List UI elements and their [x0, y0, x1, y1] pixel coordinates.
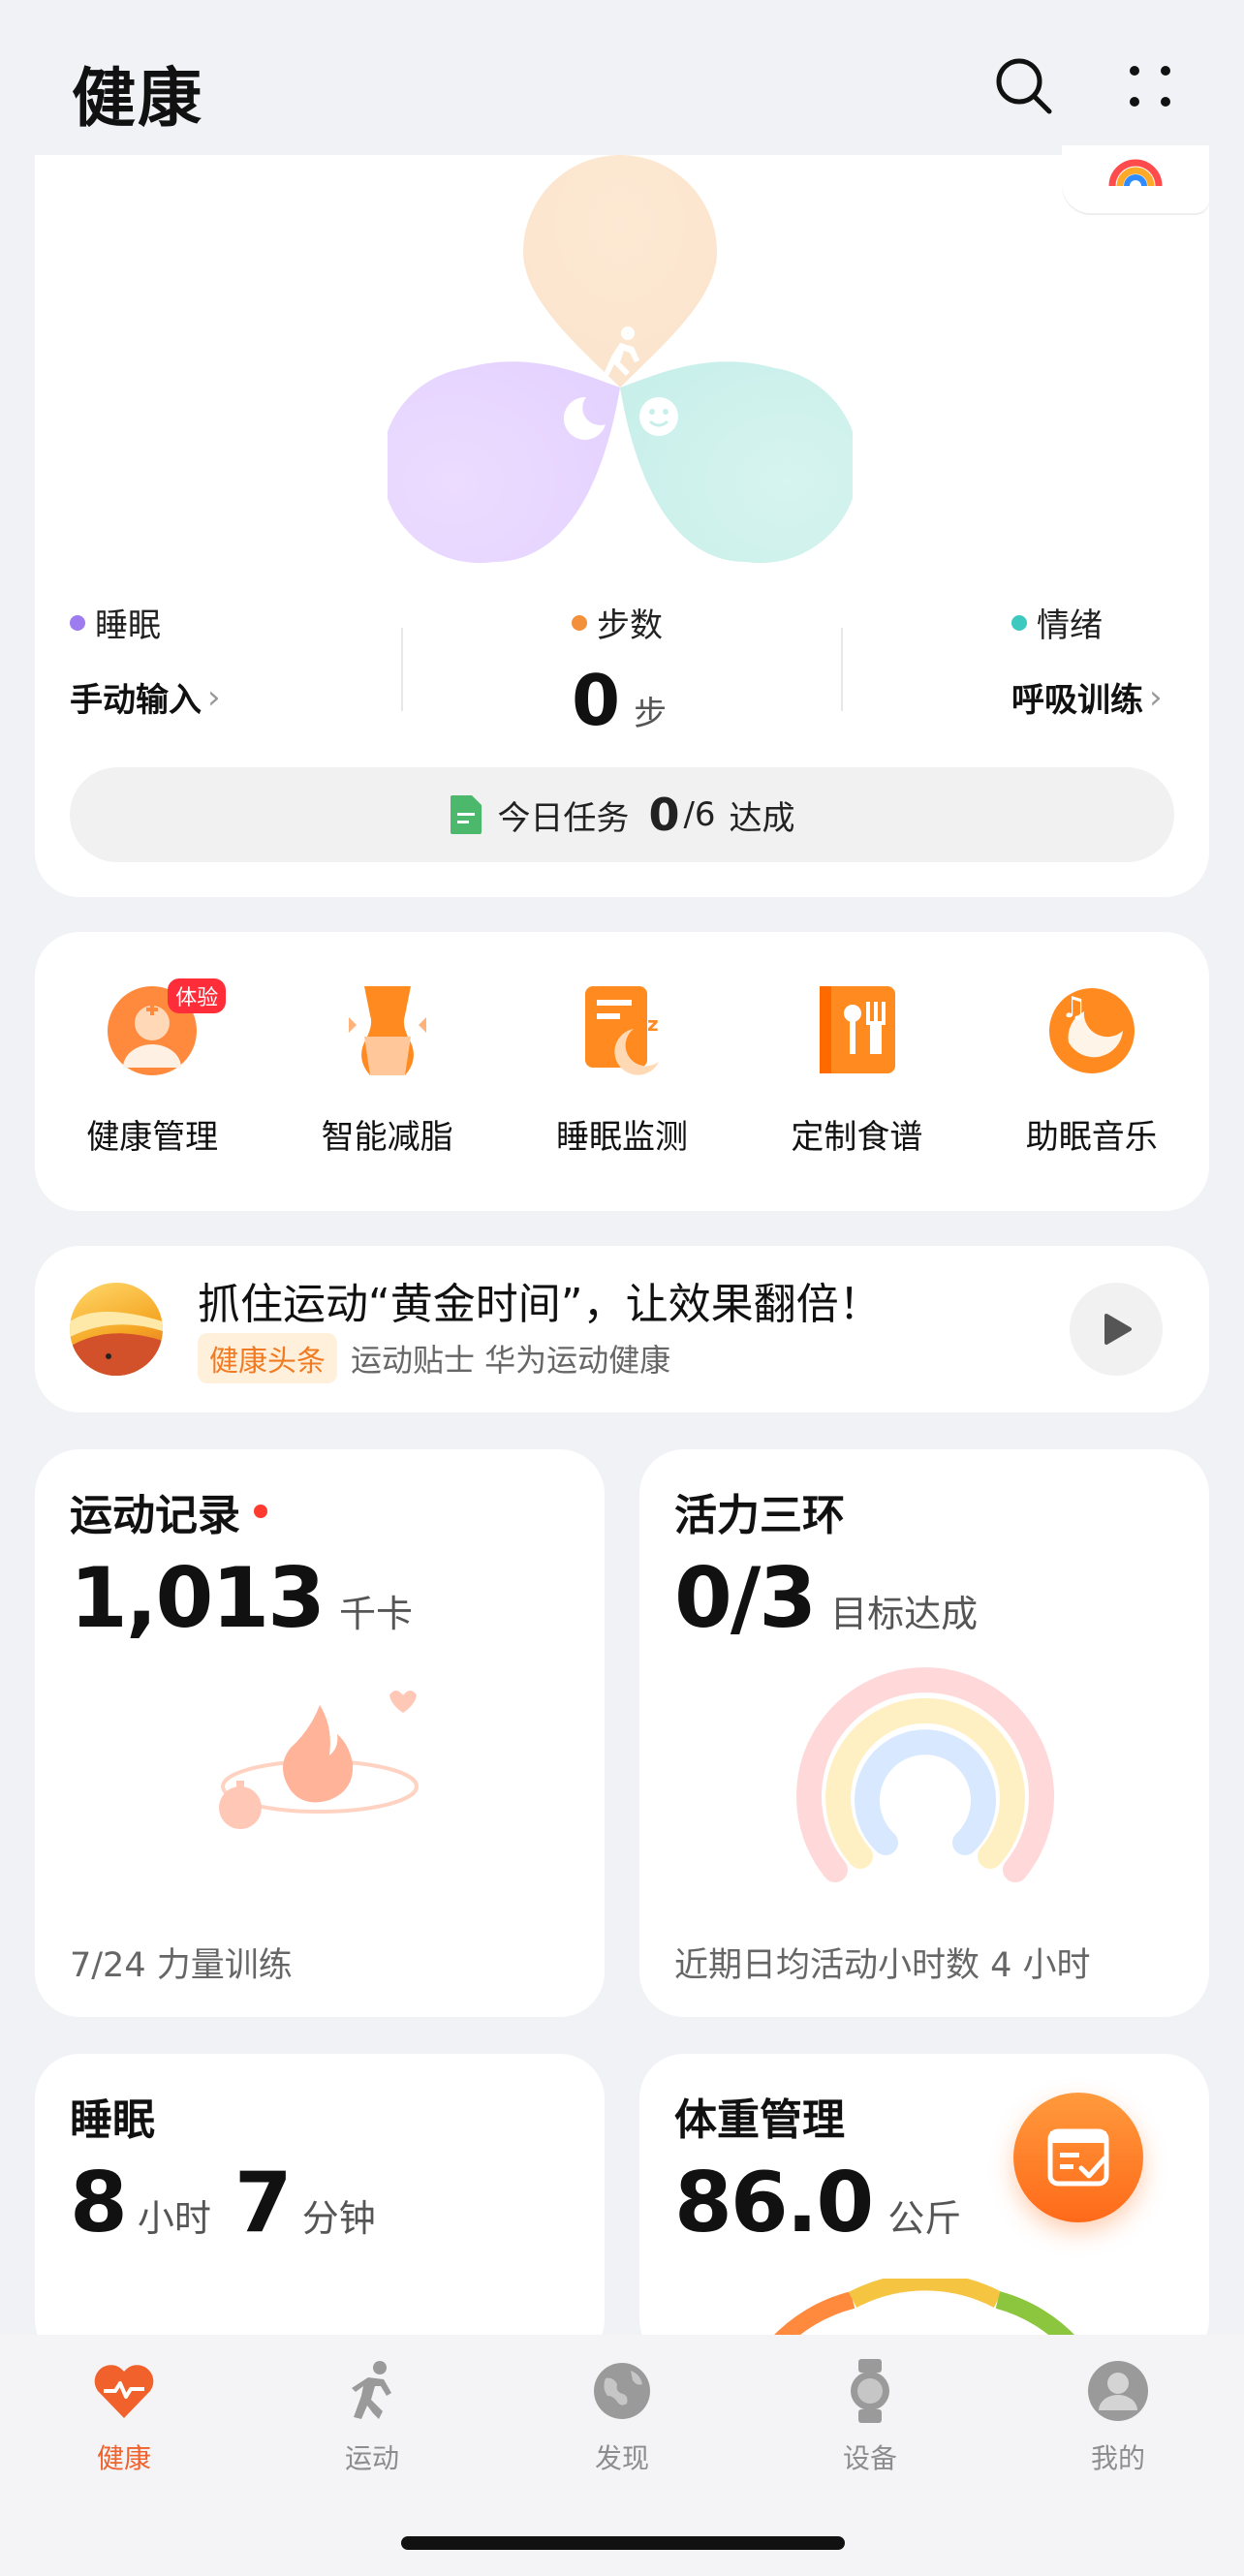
tab-label: 运动 [344, 2442, 399, 2474]
chevron-right-icon: › [207, 677, 221, 717]
sleep-hours-unit: 小时 [137, 2197, 211, 2240]
metric-label: 情绪 [1037, 606, 1103, 645]
calories-value: 1,013 [70, 1550, 326, 1647]
sleep-report-icon: z [570, 978, 674, 1083]
flame-illustration [219, 1691, 419, 1829]
sleep-hours: 8 [70, 2155, 128, 2251]
steps-unit: 步 [634, 695, 668, 733]
quick-entry-fat-loss[interactable]: 智能减脂 [271, 978, 504, 1158]
sleep-minutes-unit: 分钟 [301, 2197, 376, 2240]
mood-dot [1011, 614, 1027, 631]
person-icon [1085, 2358, 1151, 2424]
tab-health[interactable]: 健康 [47, 2358, 202, 2476]
metric-mood[interactable]: 情绪 呼吸训练 › [1011, 599, 1163, 721]
exercise-footer: 7/24 力量训练 [70, 1946, 293, 1985]
heart-pulse-icon [91, 2358, 157, 2424]
sleep-minutes: 7 [233, 2155, 293, 2251]
quick-entry-label: 智能减脂 [321, 1118, 453, 1157]
tab-exercise[interactable]: 运动 [295, 2358, 450, 2476]
smile-small-icon [639, 397, 678, 436]
steps-dot [572, 614, 587, 631]
tab-me[interactable]: 我的 [1041, 2358, 1196, 2476]
quick-entry-label: 健康管理 [86, 1118, 219, 1157]
article-title: 抓住运动“黄金时间”，让效果翻倍！ [198, 1280, 882, 1329]
quick-entry-label: 定制食谱 [791, 1118, 923, 1157]
steps-value: 0 [572, 660, 621, 741]
quick-entry-sleep-monitor[interactable]: z 睡眠监测 [506, 978, 738, 1158]
edit-record-icon [1047, 2128, 1109, 2187]
task-prefix: 今日任务 [497, 798, 630, 838]
metric-label: 睡眠 [95, 606, 161, 645]
doctor-icon: 体验 [100, 978, 227, 1083]
sleep-dot [70, 614, 85, 631]
watch-icon [837, 2358, 903, 2424]
rings-footer: 近期日均活动小时数 4 小时 [674, 1946, 1091, 1985]
svg-text:♫: ♫ [1061, 991, 1087, 1025]
health-petals-graphic [388, 155, 853, 564]
tab-label: 设备 [842, 2442, 897, 2474]
quick-entry-sleep-music[interactable]: ♫ 助眠音乐 [976, 978, 1208, 1158]
task-total: /6 [683, 795, 716, 834]
tile-title: 活力三环 [674, 1491, 845, 1540]
search-icon[interactable] [990, 52, 1058, 120]
metric-value: 呼吸训练 [1011, 681, 1143, 720]
rainbow-badge[interactable] [1062, 145, 1209, 213]
rings-value: 0/3 [674, 1550, 817, 1647]
tab-label: 我的 [1090, 2442, 1145, 2474]
divider [841, 628, 843, 711]
tile-title: 体重管理 [674, 2095, 845, 2145]
quick-entry-recipe[interactable]: 定制食谱 [740, 978, 973, 1158]
metric-label: 步数 [597, 606, 663, 645]
home-indicator[interactable] [401, 2536, 845, 2550]
quick-entry-label: 助眠音乐 [1025, 1118, 1158, 1157]
divider [401, 628, 403, 711]
metric-sleep[interactable]: 睡眠 手动输入 › [70, 599, 221, 721]
task-suffix: 达成 [729, 798, 795, 838]
article-source: 运动贴士 华为运动健康 [351, 1342, 671, 1379]
record-fab-button[interactable] [1013, 2093, 1143, 2222]
globe-icon [589, 2358, 655, 2424]
daily-task-bar[interactable]: 今日任务 0/6 达成 [70, 767, 1174, 862]
metric-value: 手动输入 [70, 681, 202, 720]
calories-unit: 千卡 [339, 1593, 414, 1635]
waist-icon [335, 978, 440, 1083]
activity-rings-graphic [796, 1667, 1054, 1882]
quick-entry-health-management[interactable]: 体验 健康管理 [36, 978, 268, 1158]
weight-value: 86.0 [674, 2155, 874, 2251]
tab-devices[interactable]: 设备 [793, 2358, 948, 2476]
tab-label: 发现 [594, 2442, 649, 2474]
task-doc-icon [451, 795, 482, 834]
tile-title: 睡眠 [70, 2095, 155, 2145]
weight-unit: 公斤 [887, 2197, 962, 2240]
more-icon[interactable] [1116, 52, 1184, 120]
runner-icon [339, 2358, 405, 2424]
rainbow-icon [1108, 159, 1163, 187]
recipe-icon [804, 978, 909, 1083]
tab-discover[interactable]: 发现 [544, 2358, 700, 2476]
headline-tag: 健康头条 [198, 1333, 337, 1383]
play-button[interactable] [1070, 1283, 1163, 1376]
article-thumbnail [70, 1283, 163, 1376]
new-dot [254, 1505, 267, 1518]
chevron-right-icon: › [1149, 677, 1163, 717]
quick-entry-label: 睡眠监测 [555, 1118, 688, 1157]
svg-text:z: z [647, 1012, 659, 1036]
tab-label: 健康 [96, 2442, 151, 2474]
trial-badge: 体验 [168, 978, 227, 1013]
task-done: 0 [648, 789, 680, 841]
tile-title: 运动记录 [70, 1491, 240, 1540]
sleep-music-icon: ♫ [1040, 978, 1144, 1083]
metric-steps[interactable]: 步数 0 步 [572, 599, 667, 741]
play-icon [1104, 1314, 1132, 1345]
rings-unit: 目标达成 [830, 1593, 979, 1635]
page-title: 健康 [72, 61, 203, 136]
